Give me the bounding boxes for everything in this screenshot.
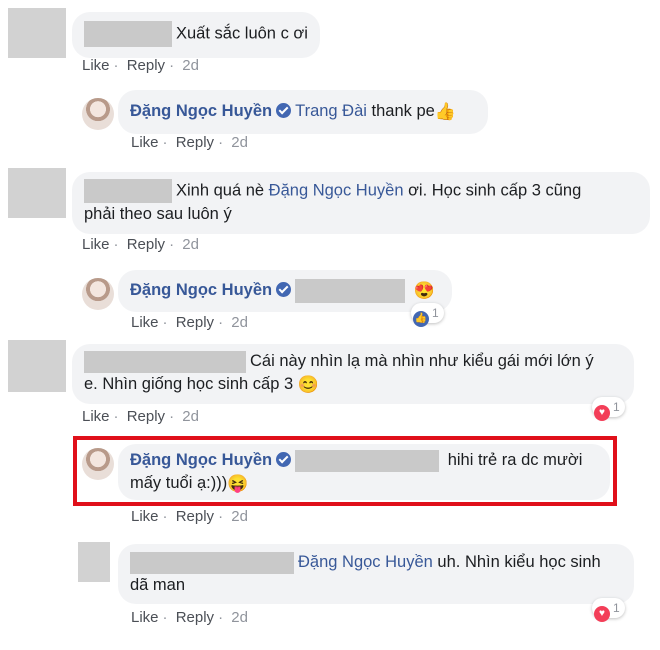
- comment-text-line2: dã man: [130, 576, 186, 594]
- comment-text: thank pe: [371, 102, 435, 120]
- reply-link[interactable]: Reply: [176, 134, 214, 151]
- comment-text: Cái này nhìn lạ mà nhìn như kiểu gái mới…: [250, 352, 594, 370]
- comment-actions: Like · Reply · 2d: [82, 408, 199, 425]
- like-link[interactable]: Like: [82, 236, 110, 253]
- commenter-avatar-blurred[interactable]: [8, 8, 66, 58]
- like-link[interactable]: Like: [131, 314, 159, 331]
- commenter-avatar-blurred[interactable]: [78, 542, 110, 582]
- redacted-name[interactable]: [295, 278, 406, 303]
- timestamp[interactable]: 2d: [182, 236, 199, 253]
- timestamp[interactable]: 2d: [231, 314, 248, 331]
- author-avatar[interactable]: [82, 98, 114, 130]
- reply-bubble: Đặng Ngọc Huyền uh. Nhìn kiểu học sinh d…: [118, 544, 634, 604]
- comment-text: uh. Nhìn kiểu học sinh: [437, 553, 601, 571]
- highlight-frame: [73, 436, 617, 506]
- heart-eyes-emoji: 😍: [413, 281, 435, 300]
- reply-link[interactable]: Reply: [127, 236, 165, 253]
- redacted-name[interactable]: [84, 21, 172, 47]
- reply-bubble: Đặng Ngọc Huyền Trang Đài thank pe👍: [118, 90, 488, 134]
- reply-bubble: Đặng Ngọc Huyền 😍: [118, 270, 452, 312]
- like-link[interactable]: Like: [82, 408, 110, 425]
- like-link[interactable]: Like: [131, 609, 159, 626]
- verified-badge-icon: [276, 282, 292, 297]
- reaction-count[interactable]: ♥ 1: [592, 598, 625, 622]
- mention-link[interactable]: Đặng Ngọc Huyền: [298, 553, 433, 571]
- redacted-name[interactable]: [84, 350, 246, 373]
- author-name[interactable]: Đặng Ngọc Huyền: [130, 102, 272, 120]
- commenter-avatar-blurred[interactable]: [8, 340, 66, 392]
- redacted-name[interactable]: [130, 551, 294, 574]
- author-avatar[interactable]: [82, 278, 114, 310]
- comment-text-line2: phải theo sau luôn ý: [84, 205, 232, 223]
- commenter-avatar-blurred[interactable]: [8, 168, 66, 218]
- comment-actions: Like · Reply · 2d: [82, 236, 199, 253]
- like-link[interactable]: Like: [131, 134, 159, 151]
- timestamp[interactable]: 2d: [231, 609, 248, 626]
- reaction-count[interactable]: 👍 1: [411, 303, 444, 327]
- comment-text: ơi. Học sinh cấp 3 cũng: [408, 181, 582, 200]
- timestamp[interactable]: 2d: [182, 408, 199, 425]
- reply-link[interactable]: Reply: [176, 609, 214, 626]
- like-reaction-icon: 👍: [413, 311, 429, 327]
- comment-actions: Like · Reply · 2d: [131, 314, 248, 331]
- author-name[interactable]: Đặng Ngọc Huyền: [130, 281, 272, 299]
- comment-text: Xuất sắc luôn c ơi: [176, 24, 308, 43]
- comment-bubble: Xuất sắc luôn c ơi: [72, 12, 320, 58]
- reply-link[interactable]: Reply: [176, 508, 214, 525]
- timestamp[interactable]: 2d: [231, 134, 248, 151]
- comment-actions: Like · Reply · 2d: [131, 508, 248, 525]
- reaction-count[interactable]: ♥ 1: [592, 397, 625, 421]
- mention-link[interactable]: Trang Đài: [295, 102, 367, 120]
- like-link[interactable]: Like: [82, 57, 110, 74]
- comment-bubble: Cái này nhìn lạ mà nhìn như kiểu gái mới…: [72, 344, 634, 404]
- reply-link[interactable]: Reply: [176, 314, 214, 331]
- comment-actions: Like · Reply · 2d: [131, 134, 248, 151]
- redacted-name[interactable]: [84, 179, 172, 203]
- verified-badge-icon: [276, 103, 292, 118]
- timestamp[interactable]: 2d: [231, 508, 248, 525]
- comment-bubble: Xinh quá nè Đặng Ngọc Huyền ơi. Học sinh…: [72, 172, 650, 234]
- comment-text: Xinh quá nè: [176, 181, 265, 200]
- mention-link[interactable]: Đặng Ngọc Huyền: [269, 181, 404, 199]
- love-reaction-icon: ♥: [594, 606, 610, 622]
- like-link[interactable]: Like: [131, 508, 159, 525]
- comment-actions: Like · Reply · 2d: [82, 57, 199, 74]
- reply-link[interactable]: Reply: [127, 408, 165, 425]
- love-reaction-icon: ♥: [594, 405, 610, 421]
- thumbs-up-emoji: 👍: [434, 102, 457, 121]
- reply-link[interactable]: Reply: [127, 57, 165, 74]
- comment-text-line2: e. Nhìn giống học sinh cấp 3: [84, 375, 294, 393]
- comment-actions: Like · Reply · 2d: [131, 609, 248, 626]
- timestamp[interactable]: 2d: [182, 57, 199, 74]
- smile-emoji: 😊: [297, 375, 319, 394]
